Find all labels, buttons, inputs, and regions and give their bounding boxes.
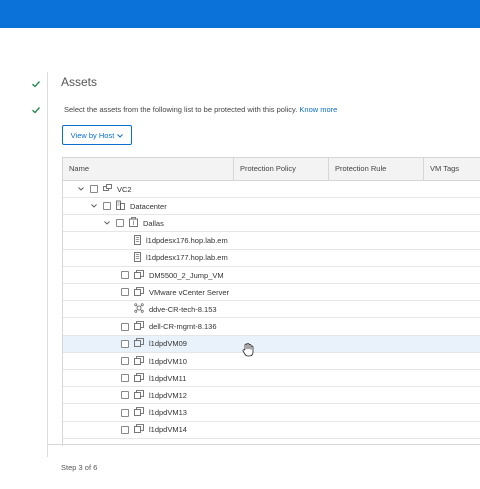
vm-icon: [134, 269, 144, 281]
row-checkbox[interactable]: [121, 322, 129, 331]
row-checkbox[interactable]: [121, 374, 129, 383]
section-title: Assets: [61, 75, 98, 89]
chevron-down-icon: [117, 131, 124, 140]
row-name-label: dell-CR-mgmt-8.136: [149, 322, 217, 332]
vm-icon: [134, 407, 144, 418]
chevron-down-icon[interactable]: [103, 220, 111, 227]
datacenter-icon: [116, 200, 125, 212]
row-name-label: l1dpdVM10: [149, 356, 187, 366]
name-cell: DM5500_2_Jump_VM: [121, 267, 231, 283]
name-cell: l1dpdVM12: [121, 387, 231, 403]
vm-icon: [134, 321, 144, 332]
row-name-label: l1dpdVM14: [149, 425, 187, 435]
name-cell: l1dpdesx176.hop.lab.em: [121, 233, 231, 249]
table-row[interactable]: Dallas: [63, 215, 480, 233]
know-more-link[interactable]: Know more: [299, 105, 337, 114]
vm-icon: [134, 372, 144, 384]
chevron-down-icon[interactable]: [77, 186, 85, 193]
row-name-label: DM5500_2_Jump_VM: [149, 270, 224, 280]
row-checkbox[interactable]: [121, 271, 129, 279]
row-checkbox[interactable]: [121, 288, 129, 297]
row-name-label: VMware vCenter Server: [149, 287, 230, 297]
name-cell: dell-CR-mgmt-8.136: [121, 319, 231, 335]
vm-icon: [134, 355, 144, 367]
row-name-label: l1dpdVM13: [149, 408, 187, 418]
table-row[interactable]: DM5500_2_Jump_VM: [63, 267, 480, 284]
footer-divider: [48, 444, 480, 445]
table-row[interactable]: VC2: [63, 181, 480, 198]
row-checkbox[interactable]: [121, 339, 129, 348]
row-name-label: l1dpdVM09: [149, 339, 187, 349]
step-indicator: Step 3 of 6: [61, 463, 98, 472]
host-icon: [134, 234, 141, 247]
vm-icon: [134, 389, 144, 401]
name-cell: l1dpdVM13: [121, 405, 231, 421]
row-checkbox[interactable]: [121, 357, 129, 365]
row-name-label: VC2: [117, 184, 132, 194]
row-name-label: Dallas: [143, 218, 164, 228]
top-header-bar: [0, 0, 480, 28]
name-cell: Datacenter: [90, 198, 231, 214]
vm-icon: [134, 424, 144, 435]
row-name-label: ddve-CR-tech-8.153: [149, 304, 217, 314]
assets-description: Select the assets from the following lis…: [64, 105, 337, 114]
wizard-step-rail: [47, 72, 48, 457]
table-row[interactable]: Datacenter: [63, 198, 480, 216]
name-cell: l1dpdVM14: [121, 422, 231, 438]
table-row[interactable]: l1dpdVM09: [63, 335, 480, 353]
row-name-label: Datacenter: [130, 201, 167, 211]
description-text: Select the assets from the following lis…: [64, 105, 298, 114]
table-row[interactable]: l1dpdVM13: [63, 405, 480, 422]
ddve-icon: [134, 303, 144, 315]
table-row[interactable]: l1dpdesx176.hop.lab.em: [63, 233, 480, 250]
step-complete-check-icon: [31, 105, 41, 115]
name-cell: VMware vCenter Server: [121, 284, 231, 300]
name-cell: ddve-CR-tech-8.153: [121, 301, 231, 317]
row-checkbox[interactable]: [121, 391, 129, 400]
table-row[interactable]: l1dpdVM11: [63, 370, 480, 388]
name-cell: Dallas: [103, 215, 231, 231]
row-checkbox[interactable]: [121, 425, 129, 434]
name-cell: l1dpdVM11: [121, 370, 231, 386]
name-cell: l1dpdesx177.hop.lab.em: [121, 250, 231, 266]
row-name-label: l1dpdVM12: [149, 390, 187, 400]
row-checkbox[interactable]: [103, 202, 111, 211]
table-row[interactable]: ddve-CR-tech-8.153: [63, 301, 480, 319]
table-row[interactable]: l1dpdVM14: [63, 422, 480, 439]
chevron-down-icon[interactable]: [90, 203, 98, 210]
step-complete-check-icon: [31, 79, 41, 89]
mouse-pointer-icon: [242, 343, 254, 362]
column-header-protection-policy[interactable]: Protection Policy: [234, 158, 328, 180]
row-name-label: l1dpdesx176.hop.lab.em: [146, 236, 228, 246]
table-row[interactable]: l1dpdVM10: [63, 353, 480, 370]
column-header-vm-tags[interactable]: VM Tags: [424, 158, 480, 180]
table-row[interactable]: VMware vCenter Server: [63, 284, 480, 302]
name-cell: l1dpdVM10: [121, 353, 231, 369]
view-by-host-dropdown[interactable]: View by Host: [62, 125, 132, 145]
vm-icon: [134, 286, 144, 298]
row-name-label: l1dpdesx177.hop.lab.em: [146, 253, 228, 263]
row-checkbox[interactable]: [121, 408, 129, 417]
name-cell: VC2: [77, 181, 231, 197]
host-icon: [134, 251, 141, 264]
table-header: Name Protection Policy Protection Rule V…: [63, 158, 480, 181]
table-row[interactable]: dell-CR-mgmt-8.136: [63, 319, 480, 336]
row-checkbox[interactable]: [116, 219, 124, 228]
table-row[interactable]: l1dpdVM12: [63, 387, 480, 405]
row-name-label: l1dpdVM11: [149, 373, 187, 383]
vm-icon: [134, 338, 144, 349]
vcenter-icon: [103, 183, 112, 195]
view-by-label: View by Host: [70, 130, 115, 140]
name-cell: l1dpdVM09: [121, 336, 231, 352]
row-checkbox[interactable]: [90, 185, 98, 193]
assets-table: Name Protection Policy Protection Rule V…: [62, 157, 480, 446]
table-row[interactable]: l1dpdesx177.hop.lab.em: [63, 250, 480, 267]
column-header-name[interactable]: Name: [63, 158, 233, 180]
cluster-icon: [129, 217, 138, 229]
column-header-protection-rule[interactable]: Protection Rule: [329, 158, 423, 180]
